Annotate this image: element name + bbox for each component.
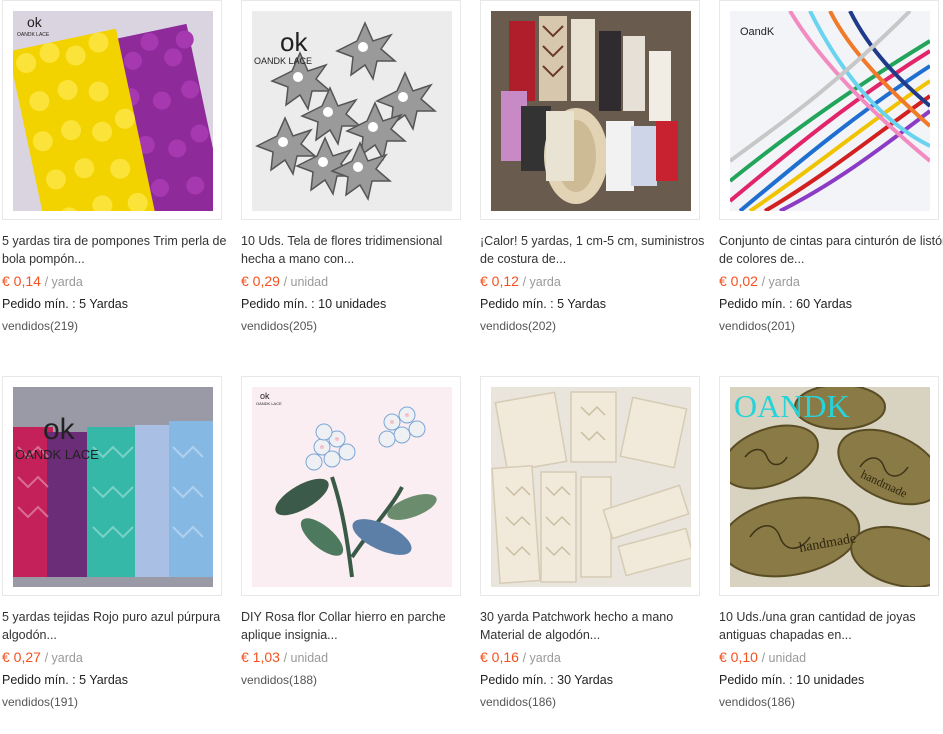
price-unit: / unidad bbox=[283, 275, 329, 289]
product-image[interactable]: ok OANDK LACE bbox=[13, 11, 213, 211]
min-order: Pedido mín. : 5 Yardas bbox=[2, 673, 129, 687]
sold-count: vendidos(186) bbox=[719, 695, 796, 709]
product-image[interactable]: ok OANDK LACE bbox=[252, 387, 452, 587]
product-image[interactable]: ok OANDK LACE bbox=[252, 11, 452, 211]
product-price: € 0,29 bbox=[241, 273, 280, 289]
min-order: Pedido mín. : 10 unidades bbox=[241, 297, 387, 311]
svg-text:ok: ok bbox=[27, 14, 43, 30]
product-title[interactable]: 30 yarda Patchwork hecho a mano Material… bbox=[480, 608, 716, 644]
product-image-frame[interactable]: ok OANDK LACE bbox=[241, 0, 461, 220]
price-line: € 0,27 / yarda bbox=[2, 649, 83, 665]
price-unit: / unidad bbox=[761, 651, 807, 665]
sold-count: vendidos(186) bbox=[480, 695, 557, 709]
svg-text:ok: ok bbox=[43, 413, 76, 446]
product-image-frame[interactable]: handmade handmade OANDK bbox=[719, 376, 939, 596]
product-image-frame[interactable]: ok OANDK LACE bbox=[241, 376, 461, 596]
product-image[interactable] bbox=[491, 11, 691, 211]
sold-count: vendidos(202) bbox=[480, 319, 557, 333]
watermark-text: OANDK LACE bbox=[15, 447, 99, 462]
product-image[interactable]: handmade handmade OANDK bbox=[730, 387, 930, 587]
price-line: € 0,12 / yarda bbox=[480, 273, 561, 289]
sold-count: vendidos(219) bbox=[2, 319, 79, 333]
sold-count: vendidos(205) bbox=[241, 319, 318, 333]
min-order: Pedido mín. : 10 unidades bbox=[719, 673, 865, 687]
sold-count: vendidos(201) bbox=[719, 319, 796, 333]
product-price: € 0,16 bbox=[480, 649, 519, 665]
product-image-frame[interactable] bbox=[480, 0, 700, 220]
price-line: € 0,29 / unidad bbox=[241, 273, 328, 289]
product-image-frame[interactable]: OandK bbox=[719, 0, 939, 220]
watermark-text: OANDK LACE bbox=[256, 401, 282, 406]
product-grid: ok OANDK LACE 5 yardas tira de pompones … bbox=[0, 0, 943, 734]
product-image-frame[interactable]: ok OANDK LACE bbox=[2, 0, 222, 220]
price-unit: / yarda bbox=[761, 275, 800, 289]
product-price: € 0,12 bbox=[480, 273, 519, 289]
min-order: Pedido mín. : 60 Yardas bbox=[719, 297, 852, 311]
product-title[interactable]: DIY Rosa flor Collar hierro en parche ap… bbox=[241, 608, 477, 644]
product-price: € 0,10 bbox=[719, 649, 758, 665]
watermark-text: OandK bbox=[740, 26, 775, 38]
product-price: € 1,03 bbox=[241, 649, 280, 665]
price-line: € 0,02 / yarda bbox=[719, 273, 800, 289]
svg-text:ok: ok bbox=[280, 27, 308, 57]
product-title[interactable]: 10 Uds./una gran cantidad de joyas antig… bbox=[719, 608, 943, 644]
product-image[interactable]: ok OANDK LACE bbox=[13, 387, 213, 587]
price-line: € 0,10 / unidad bbox=[719, 649, 806, 665]
product-title[interactable]: ¡Calor! 5 yardas, 1 cm-5 cm, suministros… bbox=[480, 232, 716, 268]
watermark-text: OANDK LACE bbox=[17, 32, 50, 38]
min-order: Pedido mín. : 5 Yardas bbox=[2, 297, 129, 311]
product-image[interactable]: OandK bbox=[730, 11, 930, 211]
price-unit: / yarda bbox=[522, 275, 561, 289]
svg-text:ok: ok bbox=[260, 391, 270, 401]
price-line: € 0,16 / yarda bbox=[480, 649, 561, 665]
product-title[interactable]: 5 yardas tejidas Rojo puro azul púrpura … bbox=[2, 608, 238, 644]
price-unit: / yarda bbox=[44, 275, 83, 289]
product-image-frame[interactable] bbox=[480, 376, 700, 596]
product-price: € 0,14 bbox=[2, 273, 41, 289]
price-unit: / yarda bbox=[44, 651, 83, 665]
product-price: € 0,27 bbox=[2, 649, 41, 665]
min-order: Pedido mín. : 5 Yardas bbox=[480, 297, 607, 311]
watermark-text: OANDK LACE bbox=[254, 56, 312, 66]
watermark-text: OANDK bbox=[734, 388, 850, 424]
product-title[interactable]: 5 yardas tira de pompones Trim perla de … bbox=[2, 232, 238, 268]
product-price: € 0,02 bbox=[719, 273, 758, 289]
price-line: € 1,03 / unidad bbox=[241, 649, 328, 665]
product-title[interactable]: Conjunto de cintas para cinturón de list… bbox=[719, 232, 943, 268]
product-image[interactable] bbox=[491, 387, 691, 587]
price-unit: / unidad bbox=[283, 651, 329, 665]
sold-count: vendidos(188) bbox=[241, 673, 318, 687]
price-line: € 0,14 / yarda bbox=[2, 273, 83, 289]
min-order: Pedido mín. : 30 Yardas bbox=[480, 673, 613, 687]
product-image-frame[interactable]: ok OANDK LACE bbox=[2, 376, 222, 596]
sold-count: vendidos(191) bbox=[2, 695, 79, 709]
price-unit: / yarda bbox=[522, 651, 561, 665]
product-title[interactable]: 10 Uds. Tela de flores tridimensional he… bbox=[241, 232, 477, 268]
